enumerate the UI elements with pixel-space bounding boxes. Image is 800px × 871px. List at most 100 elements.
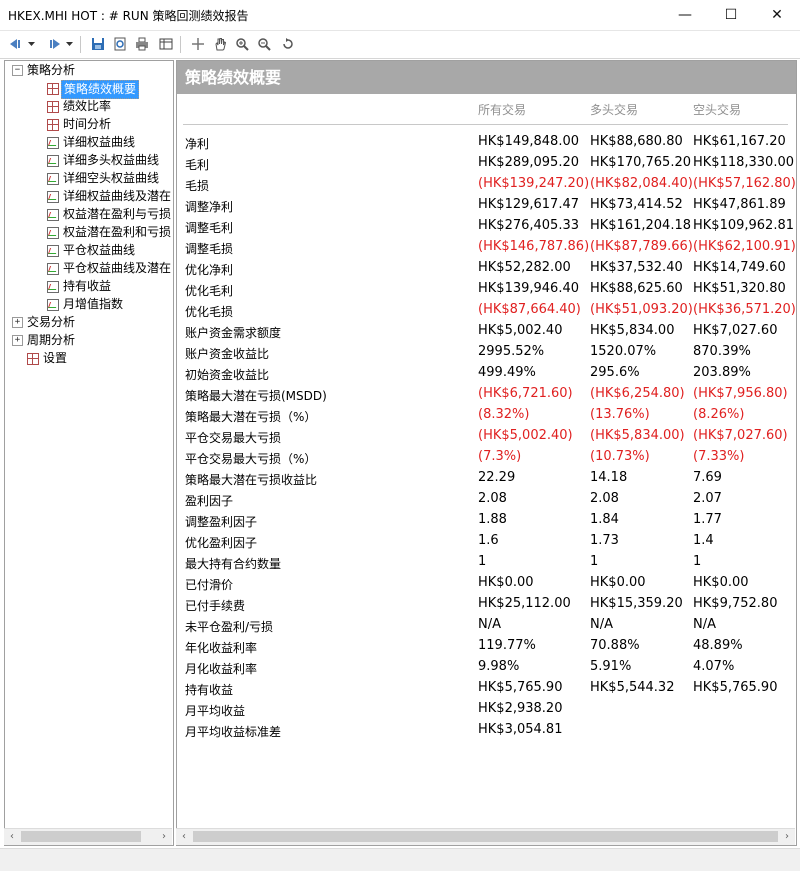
metric-value-long: (HK$82,084.40): [590, 176, 693, 191]
metric-value-long: HK$37,532.40: [590, 260, 683, 275]
expand-icon[interactable]: +: [12, 335, 23, 346]
crosshair-icon[interactable]: [188, 35, 208, 53]
metric-value-all: (HK$139,247.20): [478, 176, 590, 191]
metric-label: 调整盈利因子: [185, 515, 258, 529]
dropdown-icon[interactable]: [26, 35, 36, 53]
report-horizontal-scrollbar[interactable]: ‹ ›: [176, 828, 795, 845]
print-icon[interactable]: [132, 35, 152, 53]
metric-label: 策略最大潜在亏损(MSDD): [185, 389, 327, 403]
metric-value-long: 1.84: [590, 512, 619, 527]
metric-value-short: (HK$7,956.80): [693, 386, 788, 401]
tree-item[interactable]: 详细空头权益曲线: [5, 170, 171, 187]
tree-item[interactable]: 平仓权益曲线及潜在: [5, 260, 171, 277]
tree-item[interactable]: 详细多头权益曲线: [5, 152, 171, 169]
metric-label: 已付滑价: [185, 578, 234, 592]
metric-value-long: HK$88,625.60: [590, 281, 683, 296]
maximize-button[interactable]: ☐: [708, 0, 754, 30]
metric-value-long: (13.76%): [590, 407, 650, 422]
tree-item-settings[interactable]: 设置: [5, 350, 171, 367]
metric-value-all: HK$3,054.81: [478, 722, 563, 737]
metric-value-long: (HK$51,093.20): [590, 302, 693, 317]
metric-label: 策略最大潜在亏损（%）: [185, 410, 317, 424]
tree-item[interactable]: 策略绩效概要: [5, 80, 171, 99]
tree-item[interactable]: 权益潜在盈利和亏损: [5, 224, 171, 241]
table-icon[interactable]: [156, 35, 176, 53]
tree-item-label: 详细多头权益曲线: [63, 153, 160, 167]
close-button[interactable]: ✕: [754, 0, 800, 30]
metric-value-long: 2.08: [590, 491, 619, 506]
tree-item[interactable]: 详细权益曲线及潜在: [5, 188, 171, 205]
metric-value-long: HK$88,680.80: [590, 134, 683, 149]
tree-item[interactable]: 时间分析: [5, 116, 171, 133]
column-header-long: 多头交易: [590, 103, 639, 117]
metric-label: 平仓交易最大亏损（%）: [185, 452, 317, 466]
metric-value-long: HK$15,359.20: [590, 596, 683, 611]
hand-icon[interactable]: [210, 35, 230, 53]
metric-value-all: 1.6: [478, 533, 499, 548]
metric-value-all: (HK$6,721.60): [478, 386, 573, 401]
dropdown-icon[interactable]: [64, 35, 74, 53]
section-title: 策略绩效概要: [177, 61, 796, 94]
metric-value-short: (HK$36,571.20): [693, 302, 796, 317]
navigation-tree: − 策略分析 策略绩效概要 绩效比率 时间分析 详细权益曲线详细多头权益曲线详细空头权…: [4, 60, 174, 846]
metric-value-long: 1: [590, 554, 599, 569]
tree-item[interactable]: 持有收益: [5, 278, 171, 295]
metric-value-long: 1520.07%: [590, 344, 657, 359]
zoom-out-icon[interactable]: [254, 35, 274, 53]
metric-value-short: HK$5,765.90: [693, 680, 778, 695]
metric-label: 月平均收益: [185, 704, 246, 718]
metric-value-all: (HK$87,664.40): [478, 302, 581, 317]
metric-label: 策略最大潜在亏损收益比: [185, 473, 318, 487]
metric-value-short: 4.07%: [693, 659, 735, 674]
back-icon[interactable]: [6, 35, 26, 53]
metric-value-all: 1.88: [478, 512, 507, 527]
scroll-right-icon[interactable]: ›: [779, 829, 795, 845]
chart-icon: [47, 209, 59, 221]
scrollbar-thumb[interactable]: [21, 831, 141, 842]
tree-item[interactable]: 绩效比率: [5, 98, 171, 115]
metric-label: 年化收益利率: [185, 641, 258, 655]
save-icon[interactable]: [88, 35, 108, 53]
metric-value-all: HK$2,938.20: [478, 701, 563, 716]
tree-group-trade[interactable]: + 交易分析: [5, 314, 171, 331]
zoom-in-icon[interactable]: [232, 35, 252, 53]
toolbar-separator: [80, 36, 81, 53]
scrollbar-thumb[interactable]: [193, 831, 778, 842]
metric-value-all: HK$149,848.00: [478, 134, 580, 149]
tree-item[interactable]: 平仓权益曲线: [5, 242, 171, 259]
tree-group-strategy[interactable]: − 策略分析: [5, 62, 171, 79]
grid-icon: [47, 119, 59, 131]
reset-zoom-icon[interactable]: [278, 35, 298, 53]
preview-icon[interactable]: [110, 35, 130, 53]
title-bar: HKEX.MHI HOT : # RUN 策略回测绩效报告 — ☐ ✕: [0, 0, 800, 31]
metric-value-long: HK$170,765.20: [590, 155, 692, 170]
tree-group-label: 交易分析: [27, 315, 76, 329]
metric-value-long: 70.88%: [590, 638, 640, 653]
tree-horizontal-scrollbar[interactable]: ‹ ›: [4, 828, 172, 845]
scroll-left-icon[interactable]: ‹: [4, 829, 20, 845]
metric-value-short: 1.4: [693, 533, 714, 548]
tree-item[interactable]: 权益潜在盈利与亏损: [5, 206, 171, 223]
metric-value-all: (HK$5,002.40): [478, 428, 573, 443]
tree-item[interactable]: 月增值指数: [5, 296, 171, 313]
minimize-button[interactable]: —: [662, 0, 708, 30]
forward-icon[interactable]: [44, 35, 64, 53]
tree-item[interactable]: 详细权益曲线: [5, 134, 171, 151]
tree-item-label: 平仓权益曲线: [63, 243, 136, 257]
metric-label: 优化净利: [185, 263, 234, 277]
chart-icon: [47, 299, 59, 311]
metric-value-all: (HK$146,787.86): [478, 239, 590, 254]
metric-value-long: N/A: [590, 617, 613, 632]
scroll-left-icon[interactable]: ‹: [176, 829, 192, 845]
metric-label: 调整毛损: [185, 242, 234, 256]
tree-group-period[interactable]: + 周期分析: [5, 332, 171, 349]
collapse-icon[interactable]: −: [12, 65, 23, 76]
tree-item-label: 权益潜在盈利和亏损: [63, 225, 172, 239]
expand-icon[interactable]: +: [12, 317, 23, 328]
metric-label: 未平仓盈利/亏损: [185, 620, 274, 634]
status-bar: [0, 848, 800, 871]
chart-icon: [47, 281, 59, 293]
metric-label: 月平均收益标准差: [185, 725, 282, 739]
scroll-right-icon[interactable]: ›: [156, 829, 172, 845]
metric-value-long: 14.18: [590, 470, 628, 485]
